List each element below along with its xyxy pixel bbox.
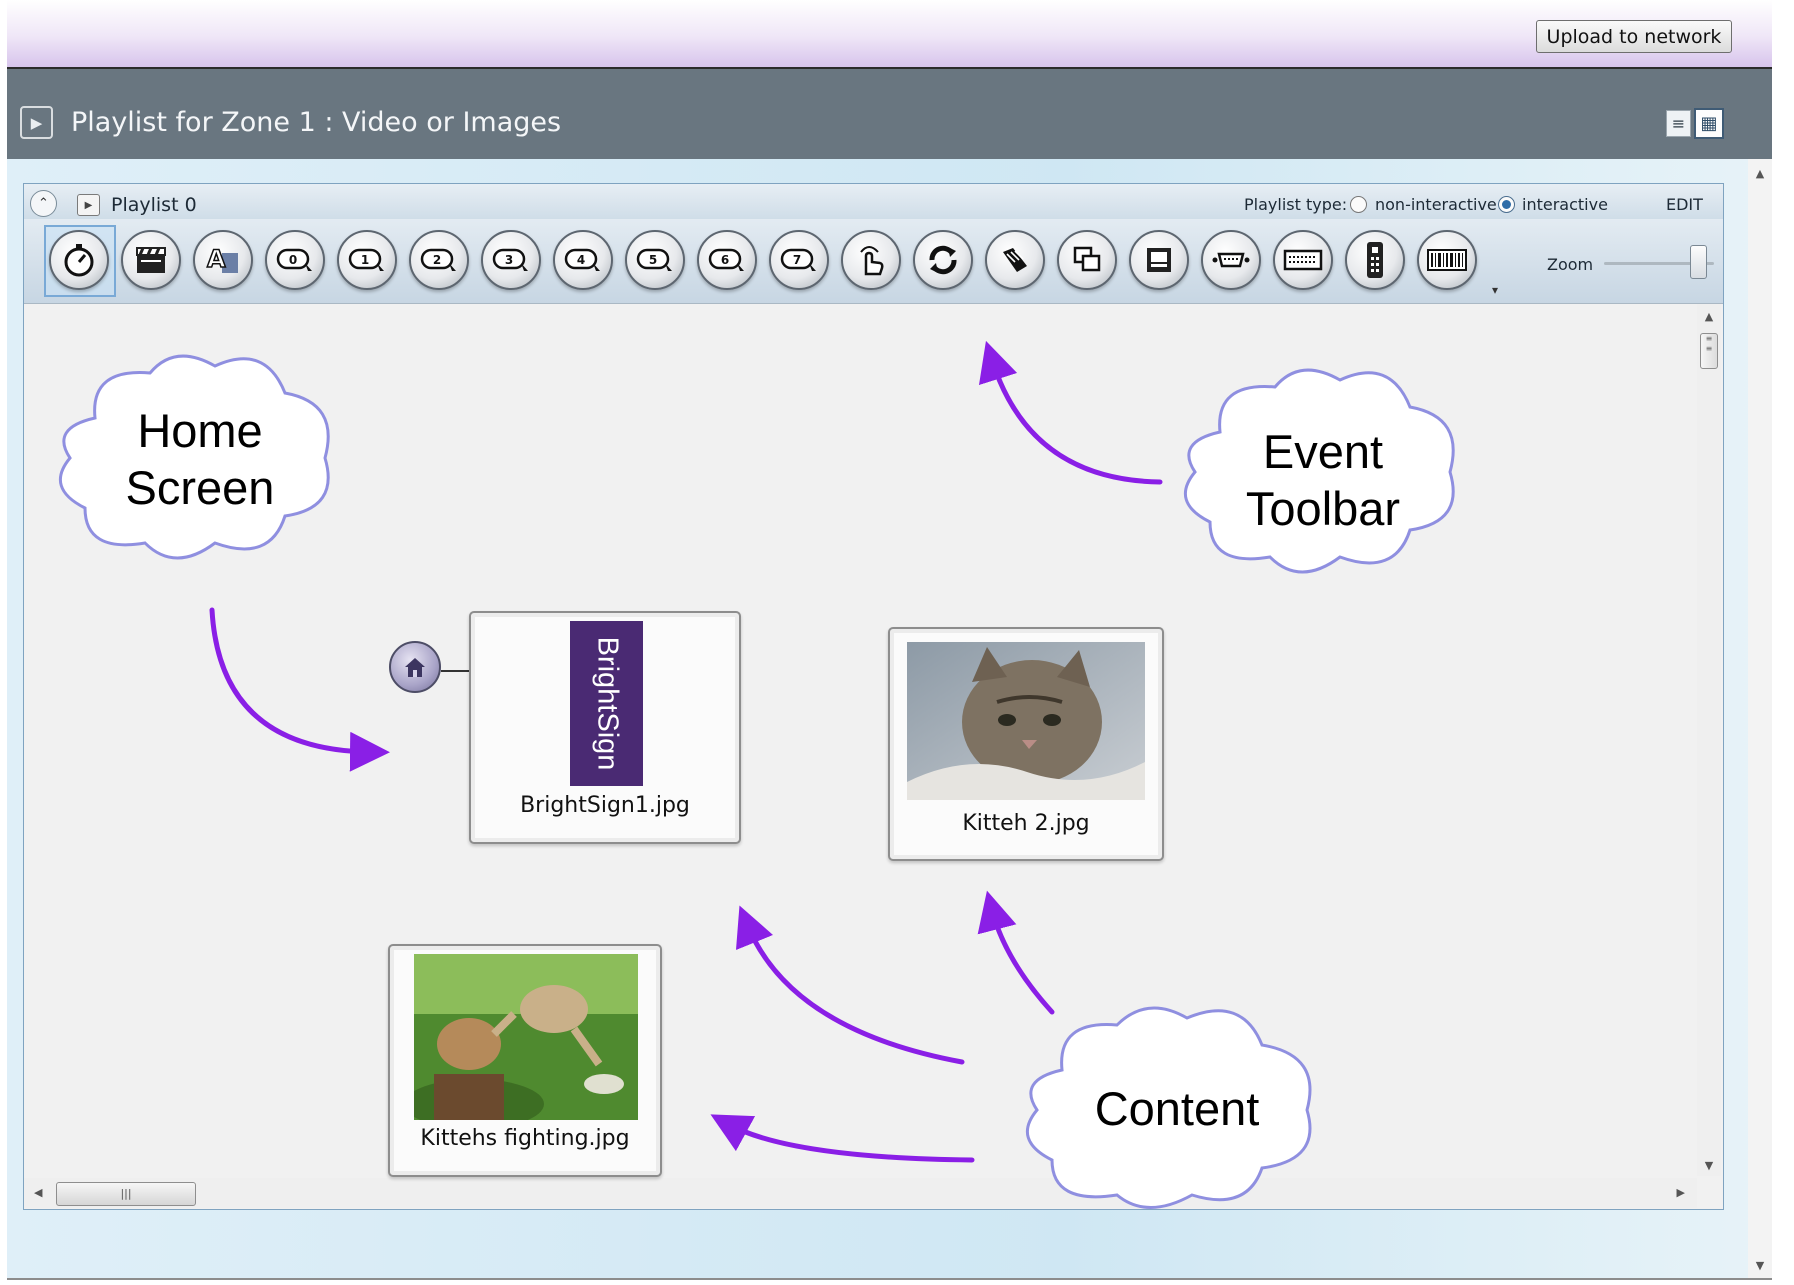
home-screen-annotation: Home Screen [125, 404, 275, 514]
event-toolbar-annotation: Event Toolbar [1245, 425, 1401, 535]
annotation-arrows [209, 340, 1163, 1163]
event-toolbar-arrow [978, 340, 1163, 485]
content-annotation: Content [1094, 1082, 1260, 1135]
home-screen-arrow [209, 607, 390, 772]
content-arrow-2 [977, 890, 1055, 1015]
content-arrow-3 [710, 1114, 975, 1163]
content-arrow-1 [736, 905, 965, 1065]
